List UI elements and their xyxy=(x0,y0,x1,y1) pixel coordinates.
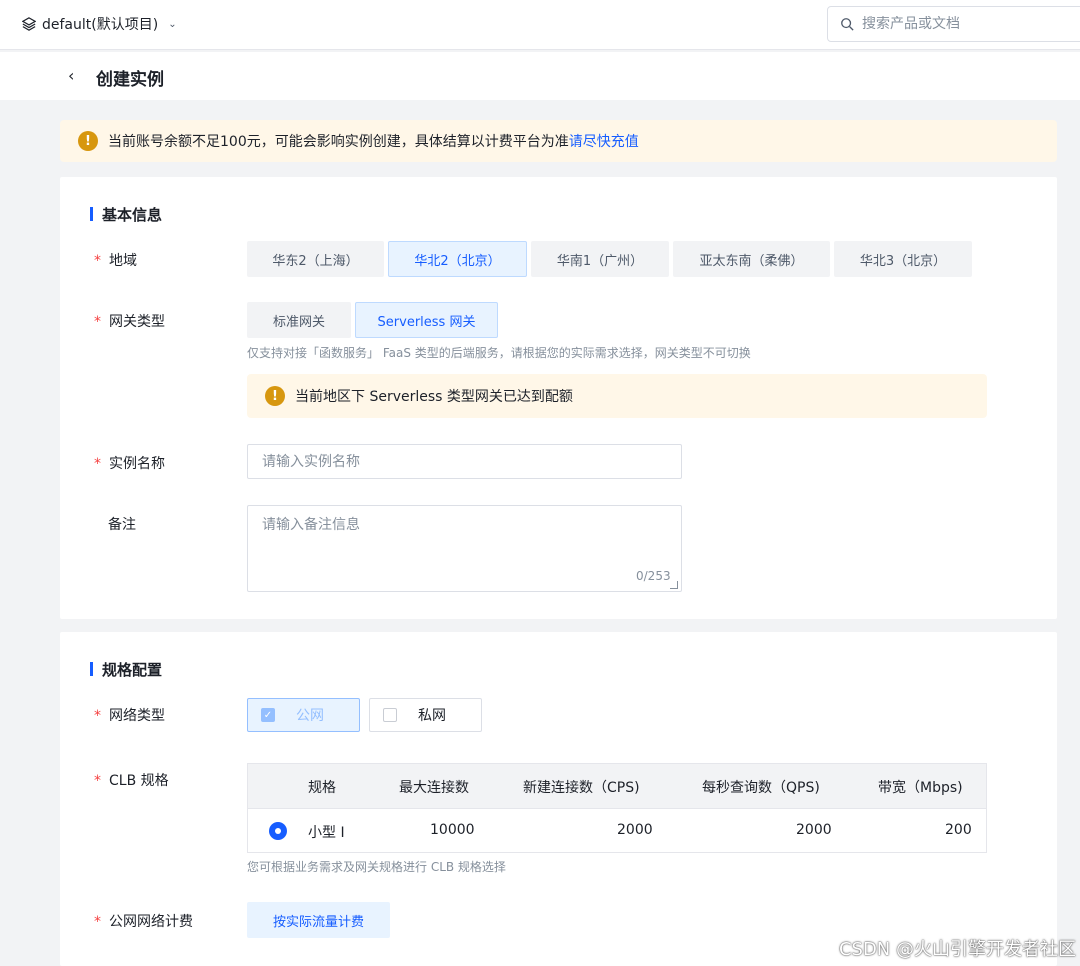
layers-icon xyxy=(22,17,36,31)
balance-alert-text: 当前账号余额不足100元，可能会影响实例创建，具体结算以计费平台为准请尽快充值 xyxy=(108,131,639,151)
resize-handle-icon[interactable] xyxy=(670,581,678,589)
region-label: * 地域 xyxy=(94,253,137,269)
billing-label: * 公网网络计费 xyxy=(94,914,193,930)
gateway-type-hint: 仅支持对接「函数服务」 FaaS 类型的后端服务，请根据您的实际需求选择，网关类… xyxy=(247,346,751,360)
column-header: 规格 xyxy=(308,780,336,796)
back-icon[interactable]: ‹ xyxy=(68,66,74,85)
region-label-text: 地域 xyxy=(109,253,137,269)
table-header: 规格 最大连接数 新建连接数（CPS) 每秒查询数（QPS) 带宽（Mbps) xyxy=(248,764,986,808)
instance-name-input[interactable] xyxy=(247,444,682,479)
spec-config-title: 规格配置 xyxy=(90,659,162,680)
project-switcher[interactable]: default(默认项目) ⌄ xyxy=(22,14,177,34)
note-textarea[interactable] xyxy=(247,505,682,592)
region-option-3[interactable]: 亚太东南（柔佛） xyxy=(673,241,830,277)
search-box xyxy=(827,6,1080,42)
instance-name-label-text: 实例名称 xyxy=(109,456,165,472)
region-option-4[interactable]: 华北3（北京） xyxy=(834,241,972,277)
warning-icon: ! xyxy=(265,386,285,406)
clb-spec-label-text: CLB 规格 xyxy=(109,773,169,789)
network-type-label-text: 网络类型 xyxy=(109,708,165,724)
radio-selected-icon[interactable] xyxy=(269,822,287,840)
billing-label-text: 公网网络计费 xyxy=(109,914,193,930)
top-bar: default(默认项目) ⌄ xyxy=(0,0,1080,50)
network-option-public[interactable]: ✓ 公网 xyxy=(247,698,360,732)
table-cell: 2000 xyxy=(617,822,653,838)
gateway-type-label: * 网关类型 xyxy=(94,314,165,330)
table-cell: 10000 xyxy=(430,822,475,838)
note-label: 备注 xyxy=(108,517,136,533)
region-option-0[interactable]: 华东2（上海） xyxy=(247,241,384,277)
network-option-public-label: 公网 xyxy=(296,708,324,724)
search-input[interactable] xyxy=(862,16,1062,32)
table-cell: 2000 xyxy=(796,822,832,838)
basic-info-title: 基本信息 xyxy=(90,204,162,225)
billing-option-traffic[interactable]: 按实际流量计费 xyxy=(247,902,390,938)
clb-spec-table: 规格 最大连接数 新建连接数（CPS) 每秒查询数（QPS) 带宽（Mbps) … xyxy=(247,763,987,853)
project-name: default(默认项目) xyxy=(42,17,159,33)
quota-alert-text: 当前地区下 Serverless 类型网关已达到配额 xyxy=(295,389,573,405)
column-header: 带宽（Mbps) xyxy=(878,780,963,796)
clb-spec-label: * CLB 规格 xyxy=(94,773,169,789)
basic-info-card: 基本信息 * 地域 华东2（上海） 华北2（北京） 华南1（广州） 亚太东南（柔佛… xyxy=(60,177,1057,619)
checkbox-icon xyxy=(383,708,397,722)
column-header: 新建连接数（CPS) xyxy=(523,780,640,796)
recharge-link[interactable]: 请尽快充值 xyxy=(569,134,639,150)
quota-alert: ! 当前地区下 Serverless 类型网关已达到配额 xyxy=(247,374,987,418)
gateway-type-label-text: 网关类型 xyxy=(109,314,165,330)
network-option-private[interactable]: 私网 xyxy=(369,698,482,732)
page-title: 创建实例 xyxy=(96,70,164,90)
watermark: CSDN @火山引擎开发者社区 xyxy=(838,939,1076,960)
checkbox-checked-icon: ✓ xyxy=(261,708,275,722)
gateway-type-serverless[interactable]: Serverless 网关 xyxy=(355,302,498,338)
table-row[interactable]: 小型 I 10000 2000 2000 200 xyxy=(248,808,986,852)
column-header: 最大连接数 xyxy=(399,780,469,796)
clb-spec-hint: 您可根据业务需求及网关规格进行 CLB 规格选择 xyxy=(247,860,506,874)
spec-config-card: 规格配置 * 网络类型 ✓ 公网 私网 * CLB 规格 规格 最大连接数 新建连接… xyxy=(60,632,1057,966)
title-bar: ‹ 创建实例 xyxy=(0,52,1080,100)
column-header: 每秒查询数（QPS) xyxy=(702,780,820,796)
region-option-1[interactable]: 华北2（北京） xyxy=(388,241,527,277)
balance-alert: ! 当前账号余额不足100元，可能会影响实例创建，具体结算以计费平台为准请尽快充… xyxy=(60,120,1057,162)
table-cell: 200 xyxy=(945,822,972,838)
network-option-private-label: 私网 xyxy=(418,708,446,724)
instance-name-label: * 实例名称 xyxy=(94,456,165,472)
balance-alert-message: 当前账号余额不足100元，可能会影响实例创建，具体结算以计费平台为准 xyxy=(108,134,569,150)
warning-icon: ! xyxy=(78,131,98,151)
chevron-down-icon: ⌄ xyxy=(168,18,177,30)
table-cell: 小型 I xyxy=(308,825,345,841)
network-type-label: * 网络类型 xyxy=(94,708,165,724)
gateway-type-standard[interactable]: 标准网关 xyxy=(247,302,351,338)
note-counter: 0/253 xyxy=(636,569,671,583)
region-option-2[interactable]: 华南1（广州） xyxy=(531,241,669,277)
search-icon xyxy=(841,18,854,31)
